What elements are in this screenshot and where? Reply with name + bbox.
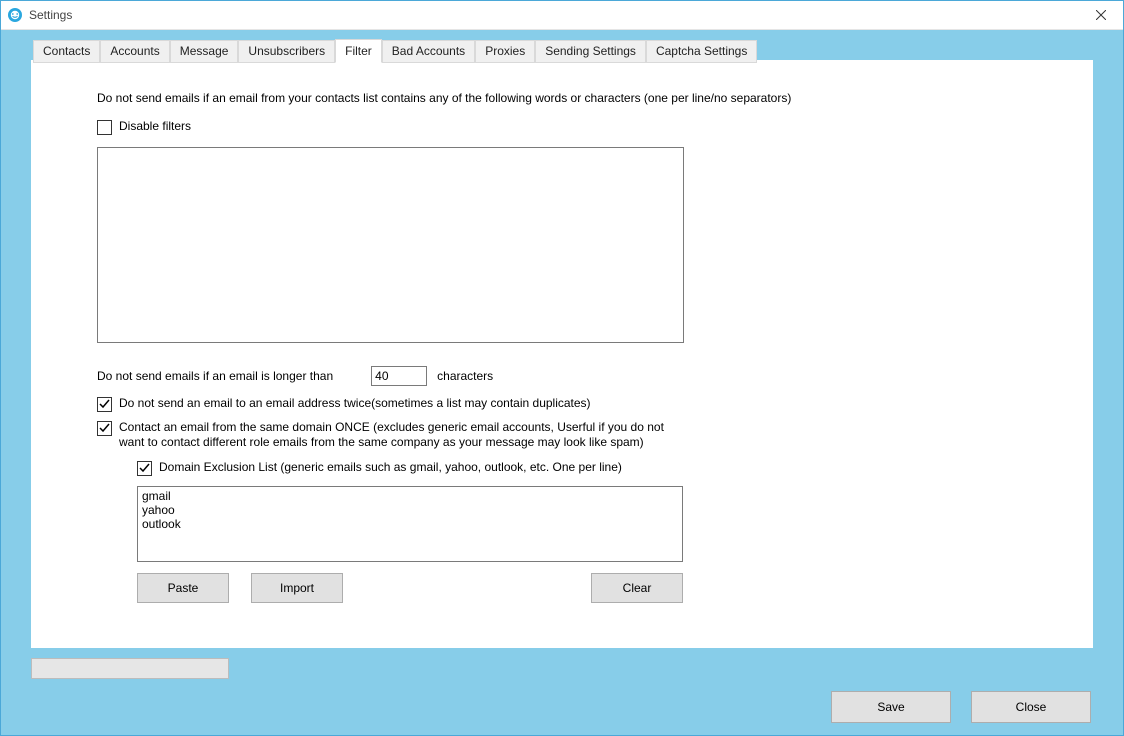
window-title: Settings xyxy=(29,8,72,22)
tab-proxies[interactable]: Proxies xyxy=(475,40,535,63)
disable-filters-label: Disable filters xyxy=(119,119,191,133)
clear-button[interactable]: Clear xyxy=(591,573,683,603)
filter-header-text: Do not send emails if an email from your… xyxy=(97,91,1027,105)
close-button[interactable]: Close xyxy=(971,691,1091,723)
same-domain-once-checkbox[interactable] xyxy=(97,421,112,436)
domain-exclusion-textarea[interactable] xyxy=(137,486,683,562)
maxlen-prefix-label: Do not send emails if an email is longer… xyxy=(97,369,333,383)
domain-exclusion-checkbox[interactable] xyxy=(137,461,152,476)
tab-host: Contacts Accounts Message Unsubscribers … xyxy=(31,60,1093,648)
progress-bar xyxy=(31,658,229,679)
tab-accounts[interactable]: Accounts xyxy=(100,40,169,63)
disable-filters-checkbox[interactable] xyxy=(97,120,112,135)
tab-sending-settings[interactable]: Sending Settings xyxy=(535,40,646,63)
maxlen-input[interactable] xyxy=(371,366,427,386)
filter-words-textarea[interactable] xyxy=(97,147,684,343)
save-button[interactable]: Save xyxy=(831,691,951,723)
tab-bad-accounts[interactable]: Bad Accounts xyxy=(382,40,475,63)
client-area: Contacts Accounts Message Unsubscribers … xyxy=(1,30,1123,735)
tab-message[interactable]: Message xyxy=(170,40,239,63)
titlebar: Settings xyxy=(1,1,1123,30)
no-duplicate-send-label: Do not send an email to an email address… xyxy=(119,396,591,410)
window-close-button[interactable] xyxy=(1079,1,1123,29)
import-button[interactable]: Import xyxy=(251,573,343,603)
settings-window: Settings Contacts Accounts Message Unsub… xyxy=(0,0,1124,736)
tab-filter[interactable]: Filter xyxy=(335,39,382,63)
tab-unsubscribers[interactable]: Unsubscribers xyxy=(238,40,335,63)
tab-strip: Contacts Accounts Message Unsubscribers … xyxy=(31,39,1093,63)
tab-page-filter: Do not send emails if an email from your… xyxy=(31,63,1093,651)
close-icon xyxy=(1096,10,1106,20)
tab-captcha-settings[interactable]: Captcha Settings xyxy=(646,40,757,63)
domain-exclusion-label: Domain Exclusion List (generic emails su… xyxy=(159,460,622,474)
tab-contacts[interactable]: Contacts xyxy=(33,40,100,63)
maxlen-suffix-label: characters xyxy=(437,369,493,383)
app-icon xyxy=(7,7,23,23)
paste-button[interactable]: Paste xyxy=(137,573,229,603)
no-duplicate-send-checkbox[interactable] xyxy=(97,397,112,412)
same-domain-once-label: Contact an email from the same domain ON… xyxy=(119,420,679,450)
